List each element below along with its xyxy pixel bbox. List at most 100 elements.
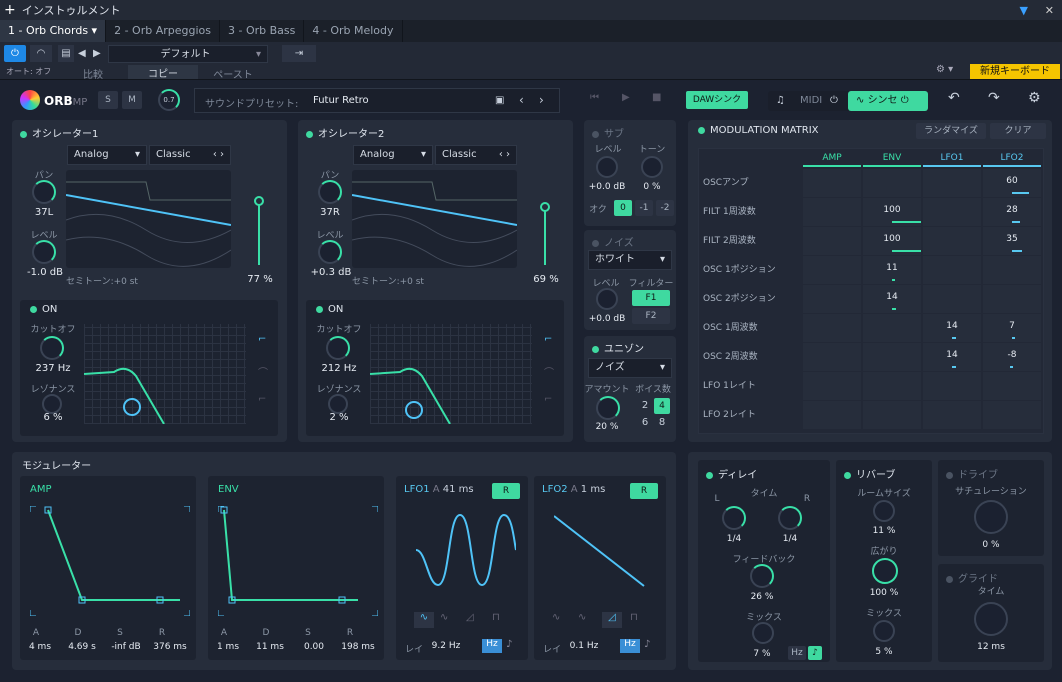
matrix-cell[interactable]: 100 [863,198,921,226]
env-r-value[interactable]: 198 ms [336,642,380,652]
mute-button[interactable]: M [122,91,142,109]
osc1-level-knob[interactable] [32,240,56,264]
reverb-width-knob[interactable] [872,558,898,584]
matrix-cell[interactable] [923,285,981,313]
delay-right-knob[interactable] [778,506,802,530]
amp-s-value[interactable]: -inf dB [104,642,148,652]
unison-amount-knob[interactable] [596,396,620,420]
bandpass-icon[interactable]: ⌒ [258,364,268,379]
osc2-level-knob[interactable] [318,240,342,264]
matrix-cell[interactable] [923,256,981,284]
delay-mix-knob[interactable] [752,622,774,644]
voices-4-button[interactable]: 4 [654,398,670,414]
osc1-title[interactable]: オシレーター1 [20,125,98,140]
matrix-cell[interactable] [983,372,1041,400]
matrix-cell[interactable] [983,285,1041,313]
matrix-cell[interactable] [863,343,921,371]
osc2-volume-handle[interactable] [540,202,550,212]
lfo1-rate-value[interactable]: 9.2 Hz [426,641,466,651]
daw-sync-button[interactable]: DAWシンク [686,91,748,109]
osc1-wave-select[interactable]: Analog ▾ [67,145,147,165]
matrix-cell[interactable] [803,285,861,313]
settings-icon[interactable]: ⚙ [1028,90,1041,106]
save-preset-icon[interactable]: ▣ [495,95,504,106]
drive-title[interactable]: ドライブ [946,466,998,481]
new-keyboard-button[interactable]: 新規キーボード [970,64,1060,79]
osc1-volume-slider[interactable] [258,200,260,265]
matrix-cell[interactable]: 100 [863,227,921,255]
unison-title[interactable]: ユニゾン [592,340,644,355]
drive-saturation-knob[interactable] [974,500,1008,534]
lfo2-sine-icon[interactable]: ∿ [552,612,560,623]
lfo2-retrigger-button[interactable]: R [630,483,658,499]
matrix-cell[interactable]: 14 [923,343,981,371]
highpass-icon[interactable]: ⌐ [258,394,266,405]
osc2-filter-graph[interactable] [370,324,532,424]
env-envelope-graph[interactable] [218,506,378,616]
skip-back-icon[interactable]: ⏮ [590,92,599,103]
matrix-cell[interactable] [803,372,861,400]
reverb-mix-knob[interactable] [873,620,895,642]
matrix-cell[interactable] [923,372,981,400]
redo-icon[interactable]: ↷ [988,90,1000,106]
matrix-cell[interactable]: 11 [863,256,921,284]
matrix-cell[interactable] [983,401,1041,429]
lfo2-hz-button[interactable]: Hz [620,639,640,653]
osc2-title[interactable]: オシレーター2 [306,125,384,140]
matrix-cell[interactable]: -8 [983,343,1041,371]
osc1-filter-toggle[interactable]: ON [30,304,57,315]
delay-title[interactable]: ディレイ [706,466,757,481]
monitor-icon[interactable]: ◠ [30,45,52,62]
matrix-cell[interactable]: 14 [923,314,981,342]
gear-icon[interactable]: ⚙ ▾ [936,64,953,75]
copy-button[interactable]: コピー [128,65,198,80]
lfo1-square-icon[interactable]: ⊓ [492,612,500,623]
matrix-cell[interactable] [983,256,1041,284]
amp-envelope-graph[interactable] [30,506,190,616]
matrix-cell[interactable] [923,169,981,197]
delay-hz-button[interactable]: Hz [788,646,806,660]
matrix-cell[interactable]: 60 [983,169,1041,197]
bandpass-icon[interactable]: ⌒ [544,364,554,379]
matrix-cell[interactable] [863,372,921,400]
lfo1-triangle-icon[interactable]: ∿ [440,612,448,623]
prev-preset-icon[interactable]: ◀ [78,48,86,59]
osc2-wave-select[interactable]: Analog ▾ [353,145,433,165]
prev-icon[interactable]: ‹ [519,93,524,107]
matrix-cell[interactable]: 14 [863,285,921,313]
compare-button[interactable]: 比較 [60,66,126,81]
delay-feedback-knob[interactable] [750,564,774,588]
tab-orb-bass[interactable]: 3 - Orb Bass [220,20,305,42]
tab-orb-arpeggios[interactable]: 2 - Orb Arpeggios [106,20,220,42]
lfo1-sine-icon[interactable]: ∿ [414,612,434,628]
osc1-resonance-knob[interactable] [42,394,62,414]
osc2-semitone[interactable]: セミトーン:+0 st [338,274,438,287]
noise-title[interactable]: ノイズ [592,234,634,249]
env-d-value[interactable]: 11 ms [248,642,292,652]
glide-title[interactable]: グライド [946,570,998,585]
lfo1-note-icon[interactable]: ♪ [506,639,512,650]
amp-a-value[interactable]: 4 ms [20,642,60,652]
randomize-button[interactable]: ランダマイズ [916,123,986,139]
add-icon[interactable]: + [4,2,16,18]
midi-label[interactable]: MIDI [800,95,822,106]
auto-label[interactable]: オート: オフ [6,66,51,77]
voices-6-button[interactable]: 6 [638,417,652,428]
midi-power-icon[interactable]: ⏻ [830,95,838,106]
env-s-value[interactable]: 0.00 [292,642,336,652]
lfo2-square-icon[interactable]: ⊓ [630,612,638,623]
preset-menu-icon[interactable]: ▤ [58,45,74,62]
matrix-cell[interactable]: 35 [983,227,1041,255]
amp-r-value[interactable]: 376 ms [148,642,192,652]
osc1-cutoff-knob[interactable] [40,336,64,360]
matrix-cell[interactable] [863,314,921,342]
lowpass-icon[interactable]: ⌐ [544,334,552,345]
next-preset-icon[interactable]: ▶ [93,48,101,59]
lfo1-retrigger-button[interactable]: R [492,483,520,499]
undo-icon[interactable]: ↶ [948,90,960,106]
sub-tone-knob[interactable] [641,156,663,178]
noise-f1-button[interactable]: F1 [632,290,670,306]
voices-2-button[interactable]: 2 [638,400,652,411]
osc2-mode-select[interactable]: Classic ‹ › [435,145,517,165]
tab-orb-chords[interactable]: 1 - Orb Chords ▾ [0,20,107,42]
